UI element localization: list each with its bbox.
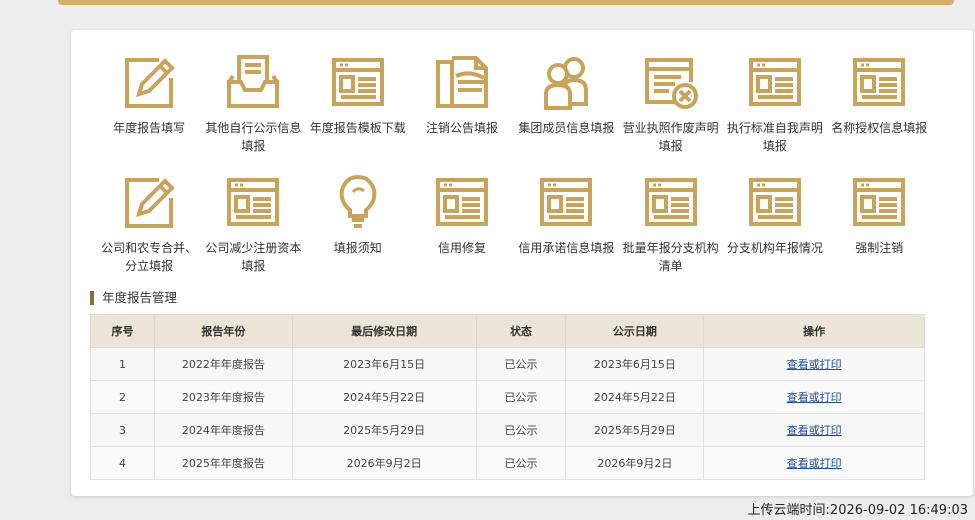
function-tile-11[interactable]: 填报须知 — [306, 170, 410, 290]
function-tile-label: 其他自行公示信息填报 — [205, 121, 302, 153]
function-tile-label: 名称授权信息填报 — [831, 121, 928, 135]
function-tile-8[interactable]: 名称授权信息填报 — [827, 50, 931, 170]
document-stack-icon — [432, 52, 492, 112]
table-cell: 查看或打印 — [703, 347, 925, 381]
function-tile-label: 年度报告模板下载 — [309, 121, 406, 135]
table-cell: 已公示 — [475, 446, 567, 480]
function-tile-label: 营业执照作废声明填报 — [622, 121, 719, 153]
function-tile-2[interactable]: 其他自行公示信息填报 — [201, 50, 305, 170]
table-cell: 3 — [90, 413, 155, 447]
function-tile-label: 年度报告填写 — [113, 121, 186, 135]
table-cell: 2025年5月29日 — [565, 413, 705, 447]
license-void-icon — [641, 52, 701, 112]
table-cell: 2 — [90, 380, 155, 414]
table-cell: 2023年6月15日 — [565, 347, 705, 381]
column-header: 操作 — [703, 314, 925, 348]
function-tile-label: 执行标准自我声明填报 — [726, 121, 823, 153]
function-tile-label: 公司减少注册资本填报 — [205, 241, 302, 273]
function-tile-5[interactable]: 集团成员信息填报 — [514, 50, 618, 170]
function-tile-label: 信用修复 — [438, 241, 487, 255]
form-document-icon — [745, 172, 805, 232]
inbox-tray-icon — [223, 52, 283, 112]
group-users-icon — [536, 52, 596, 112]
view-or-print-link[interactable]: 查看或打印 — [787, 424, 842, 437]
table-cell: 2023年年度报告 — [153, 380, 293, 414]
form-document-icon — [223, 172, 283, 232]
function-tile-15[interactable]: 分支机构年报情况 — [723, 170, 827, 290]
main-card: 年度报告填写 其他自行公示信息填报 年度报告模板下载 注销公告填报 集团成员信息… — [71, 30, 973, 496]
column-header: 最后修改日期 — [291, 314, 477, 348]
table-cell: 2024年5月22日 — [291, 380, 477, 414]
column-header: 序号 — [90, 314, 155, 348]
form-document-icon — [641, 172, 701, 232]
column-header: 公示日期 — [565, 314, 705, 348]
form-document-icon — [328, 52, 388, 112]
view-or-print-link[interactable]: 查看或打印 — [787, 358, 842, 371]
function-tile-14[interactable]: 批量年报分支机构清单 — [618, 170, 722, 290]
table-cell: 2024年5月22日 — [565, 380, 705, 414]
table-cell: 已公示 — [475, 347, 567, 381]
form-document-icon — [536, 172, 596, 232]
form-document-icon — [849, 172, 909, 232]
top-accent-bar — [58, 0, 954, 5]
function-tile-7[interactable]: 执行标准自我声明填报 — [723, 50, 827, 170]
edit-icon — [119, 52, 179, 112]
function-tile-10[interactable]: 公司减少注册资本填报 — [201, 170, 305, 290]
table-cell: 2026年9月2日 — [291, 446, 477, 480]
function-tile-label: 分支机构年报情况 — [726, 241, 823, 255]
column-header: 状态 — [475, 314, 567, 348]
function-tile-label: 信用承诺信息填报 — [518, 241, 615, 255]
form-document-icon — [849, 52, 909, 112]
function-tile-label: 公司和农专合并、分立填报 — [101, 241, 198, 273]
table-row: 4 2025年年度报告 2026年9月2日 已公示 2026年9月2日 查看或打印 — [90, 446, 925, 480]
section-title: 年度报告管理 — [90, 291, 177, 305]
table-row: 2 2023年年度报告 2024年5月22日 已公示 2024年5月22日 查看或打印 — [90, 380, 925, 414]
table-cell: 查看或打印 — [703, 380, 925, 414]
function-tile-12[interactable]: 信用修复 — [410, 170, 514, 290]
table-row: 1 2022年年度报告 2023年6月15日 已公示 2023年6月15日 查看或打印 — [90, 347, 925, 381]
table-cell: 已公示 — [475, 413, 567, 447]
function-tile-3[interactable]: 年度报告模板下载 — [306, 50, 410, 170]
function-tile-1[interactable]: 年度报告填写 — [97, 50, 201, 170]
upload-time: 上传云端时间:2026-09-02 16:49:03 — [747, 503, 968, 518]
form-document-icon — [745, 52, 805, 112]
table-cell: 4 — [90, 446, 155, 480]
table-cell: 2022年年度报告 — [153, 347, 293, 381]
function-tile-label: 强制注销 — [855, 241, 904, 255]
table-header-row: 序号 报告年份 最后修改日期 状态 公示日期 操作 — [90, 314, 925, 348]
table-cell: 已公示 — [475, 380, 567, 414]
view-or-print-link[interactable]: 查看或打印 — [787, 457, 842, 470]
function-tile-label: 集团成员信息填报 — [518, 121, 615, 135]
function-tile-4[interactable]: 注销公告填报 — [410, 50, 514, 170]
edit-icon — [119, 172, 179, 232]
table-cell: 2023年6月15日 — [291, 347, 477, 381]
table-cell: 查看或打印 — [703, 413, 925, 447]
function-grid: 年度报告填写 其他自行公示信息填报 年度报告模板下载 注销公告填报 集团成员信息… — [97, 50, 931, 290]
table-cell: 2026年9月2日 — [565, 446, 705, 480]
function-tile-16[interactable]: 强制注销 — [827, 170, 931, 290]
table-cell: 2024年年度报告 — [153, 413, 293, 447]
lightbulb-icon — [328, 172, 388, 232]
table-cell: 2025年年度报告 — [153, 446, 293, 480]
table-row: 3 2024年年度报告 2025年5月29日 已公示 2025年5月29日 查看或打印 — [90, 413, 925, 447]
function-tile-13[interactable]: 信用承诺信息填报 — [514, 170, 618, 290]
function-tile-label: 批量年报分支机构清单 — [622, 241, 719, 273]
table-cell: 1 — [90, 347, 155, 381]
table-cell: 查看或打印 — [703, 446, 925, 480]
function-tile-label: 填报须知 — [333, 241, 382, 255]
form-document-icon — [432, 172, 492, 232]
view-or-print-link[interactable]: 查看或打印 — [787, 391, 842, 404]
column-header: 报告年份 — [153, 314, 293, 348]
function-tile-9[interactable]: 公司和农专合并、分立填报 — [97, 170, 201, 290]
table-body: 1 2022年年度报告 2023年6月15日 已公示 2023年6月15日 查看或打印 2 2… — [90, 347, 925, 480]
function-tile-label: 注销公告填报 — [426, 121, 499, 135]
annual-report-table: 序号 报告年份 最后修改日期 状态 公示日期 操作 1 2022年年度报告 2023年6月15… — [90, 314, 925, 480]
table-cell: 2025年5月29日 — [291, 413, 477, 447]
function-tile-6[interactable]: 营业执照作废声明填报 — [618, 50, 722, 170]
